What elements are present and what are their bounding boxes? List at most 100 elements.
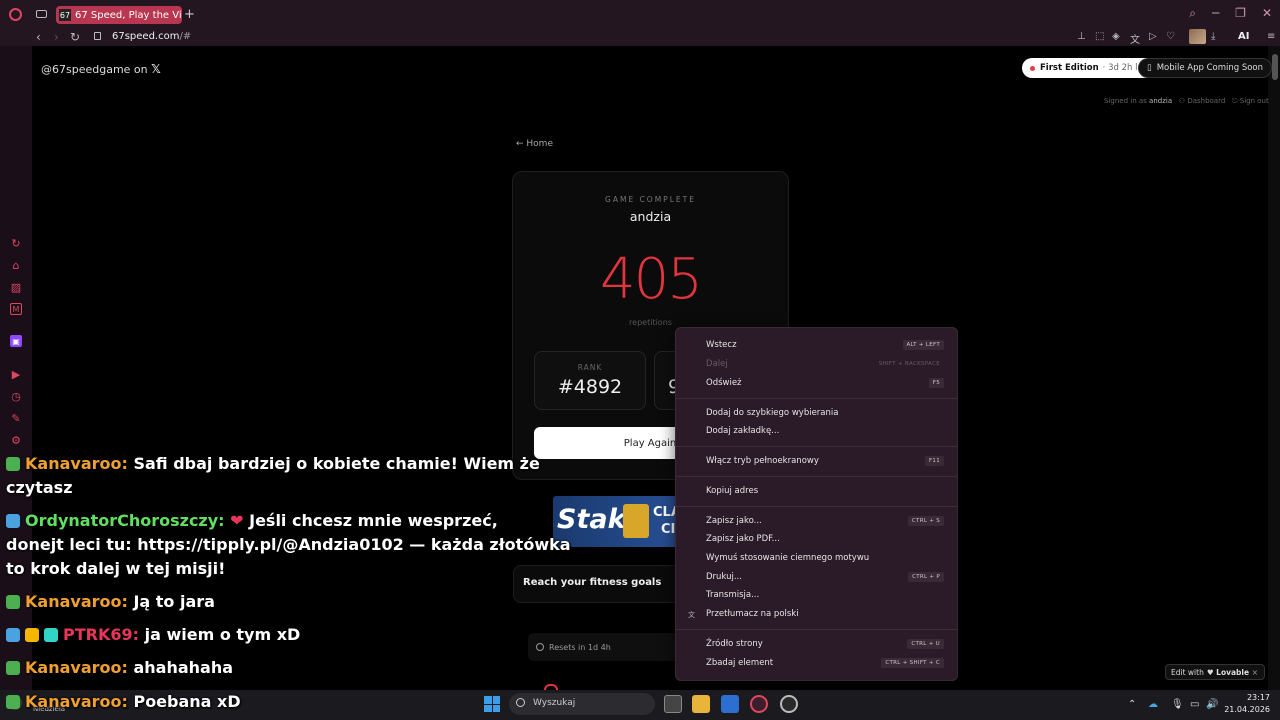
menu-item-save-as[interactable]: Zapisz jako... <box>706 516 762 526</box>
shortcut-inspect: CTRL + SHIFT + C <box>881 658 944 668</box>
minimize-icon[interactable]: ─ <box>1212 6 1219 21</box>
menu-item-translate[interactable]: Przetłumacz na polski <box>706 609 799 619</box>
opera-menu-icon[interactable] <box>9 8 22 21</box>
taskbar-search-placeholder: Wyszukaj <box>533 698 576 708</box>
back-icon[interactable]: ‹ <box>36 30 41 44</box>
search-tabs-icon[interactable]: ⌕ <box>1189 6 1196 21</box>
rank-value: #4892 <box>557 376 623 398</box>
dashboard-link[interactable]: ⚇ Dashboard <box>1179 97 1226 105</box>
pin-icon[interactable]: ⊥ <box>1077 31 1086 42</box>
download-icon[interactable]: ⤓ <box>1211 31 1215 42</box>
menu-item-save-pdf[interactable]: Zapisz jako PDF... <box>706 534 780 544</box>
chat-username: PTRK69: <box>63 625 140 644</box>
reload-icon[interactable]: ↻ <box>70 30 80 44</box>
sidebar-bot-icon[interactable]: ⌂ <box>10 259 22 272</box>
sidebar-history-icon[interactable]: ◷ <box>10 390 22 403</box>
menu-item-copy-address[interactable]: Kopiuj adres <box>706 486 758 496</box>
scrollbar-thumb[interactable] <box>1272 54 1278 80</box>
url-field[interactable]: 67speed.com/# <box>112 31 191 42</box>
tab-favicon: 67 <box>59 9 71 21</box>
menu-item-inspect[interactable]: Zbadaj element <box>706 658 773 668</box>
menu-item-cast[interactable]: Transmisja... <box>706 590 759 600</box>
heart-icon[interactable]: ♡ <box>1166 31 1175 42</box>
shortcut-view-source: CTRL + U <box>907 639 944 649</box>
play-icon[interactable]: ▷ <box>1149 31 1157 42</box>
taskbar-search-field[interactable] <box>509 693 655 715</box>
menu-item-force-dark[interactable]: Wymuś stosowanie ciemnego motywu <box>706 553 869 563</box>
chat-message: Kanavaroo: Poebana xD <box>6 690 241 714</box>
store-icon[interactable] <box>721 695 739 713</box>
mobile-app-label: Mobile App Coming Soon <box>1156 63 1264 73</box>
browser-tab-active[interactable]: 67 67 Speed, Play the Viral 67 <box>56 6 182 24</box>
chat-text: Safi dbaj bardziej o kobiete chamie! Wie… <box>127 454 540 473</box>
opera-taskbar-icon[interactable] <box>750 695 768 713</box>
translate-icon[interactable]: 文 <box>1130 31 1140 46</box>
tray-overflow-icon[interactable]: ⌃ <box>1128 699 1136 710</box>
clock-date[interactable]: 21.04.2026 <box>1222 705 1270 714</box>
badge-icon <box>6 695 20 709</box>
sidebar-settings-icon[interactable]: ⚙ <box>10 434 22 447</box>
badge-icon <box>6 661 20 675</box>
forward-icon[interactable]: › <box>54 30 59 44</box>
home-link[interactable]: ← Home <box>516 139 553 149</box>
menu-item-reload[interactable]: Odśwież <box>706 378 742 388</box>
sidebar-refresh-icon[interactable]: ↻ <box>10 237 22 250</box>
new-tab-button[interactable]: + <box>184 7 195 22</box>
menu-item-back[interactable]: Wstecz <box>706 340 737 350</box>
page-scrollbar[interactable] <box>1268 46 1280 690</box>
chat-username: Kanavaroo: <box>25 592 128 611</box>
sign-out-link[interactable]: ⎋ Sign out <box>1232 97 1269 105</box>
chat-username: OrdynatorChoroszczy: <box>25 511 225 530</box>
windows-start-icon[interactable] <box>484 696 500 712</box>
player-name: andzia <box>629 209 672 224</box>
chat-text: Ją to jara <box>127 592 215 611</box>
aria-ai-button[interactable]: AI <box>1238 31 1249 42</box>
chat-message: PTRK69: ja wiem o tym xD <box>6 623 300 647</box>
task-view-icon[interactable] <box>664 695 682 713</box>
file-explorer-icon[interactable] <box>692 695 710 713</box>
sidebar-extensions-icon[interactable]: ✎ <box>10 412 22 425</box>
tab-title: 67 Speed, Play the Viral 67 <box>75 9 182 21</box>
sidebar-player-icon[interactable]: ▶ <box>10 368 22 381</box>
sidebar-slash-icon[interactable]: ▨ <box>10 281 22 294</box>
stake-banner-text-2: CI <box>661 522 676 537</box>
menu-item-view-source[interactable]: Źródło strony <box>706 639 763 649</box>
clock-time[interactable]: 23:17 <box>1236 693 1270 702</box>
sign-out-label: Sign out <box>1239 97 1269 105</box>
url-path: /# <box>179 31 192 42</box>
handle-text: @67speedgame on <box>41 63 148 76</box>
heart-emoji-icon: ❤ <box>230 511 244 530</box>
menu-item-forward[interactable]: Dalej <box>706 359 728 369</box>
lovable-badge[interactable]: Edit with ♥ Lovable × <box>1165 664 1265 680</box>
microphone-icon[interactable]: 🎙 <box>1171 699 1184 710</box>
twitter-handle-link[interactable]: @67speedgame on 𝕏 <box>41 62 161 76</box>
sidebar-m-icon[interactable]: M <box>10 303 22 315</box>
menu-item-fullscreen[interactable]: Włącz tryb pełnoekranowy <box>706 456 819 466</box>
first-edition-badge[interactable]: First Edition · 3d 2h left <box>1022 58 1157 78</box>
tab-manager-icon[interactable] <box>36 10 47 18</box>
menu-separator <box>676 629 957 630</box>
first-edition-label: First Edition <box>1040 63 1099 73</box>
menu-item-bookmark[interactable]: Dodaj zakładkę... <box>706 426 779 436</box>
sidebar-twitch-icon[interactable]: ▣ <box>10 335 22 347</box>
menu-item-speed-dial[interactable]: Dodaj do szybkiego wybierania <box>706 408 838 418</box>
menu-icon[interactable]: ≡ <box>1267 31 1275 42</box>
chat-text: czytasz <box>6 478 73 497</box>
menu-item-print[interactable]: Drukuj... <box>706 572 742 582</box>
profile-avatar[interactable] <box>1189 29 1206 44</box>
shortcut-reload: F5 <box>928 378 944 388</box>
volume-icon[interactable]: 🔊 <box>1206 699 1218 710</box>
mobile-app-badge[interactable]: ▯ Mobile App Coming Soon <box>1138 58 1273 78</box>
sword-badge-icon <box>6 628 20 642</box>
network-icon[interactable]: ▭ <box>1190 699 1199 710</box>
snapshot-icon[interactable]: ⬚ <box>1095 31 1104 42</box>
restore-icon[interactable]: ❐ <box>1235 6 1246 21</box>
close-badge-icon[interactable]: × <box>1252 668 1258 677</box>
menu-separator <box>676 446 957 447</box>
x-logo-icon: 𝕏 <box>151 62 161 76</box>
shield-icon[interactable]: ◈ <box>1112 31 1120 42</box>
close-window-icon[interactable]: ✕ <box>1262 6 1272 21</box>
shortcut-save-as: CTRL + S <box>907 516 944 526</box>
cloud-icon[interactable]: ☁ <box>1148 699 1158 710</box>
opera-gx-taskbar-icon[interactable] <box>780 695 798 713</box>
